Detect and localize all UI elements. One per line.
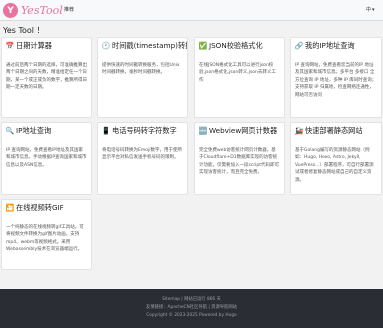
card-description: IP 查询网站，免费查看您当前的IP 地址及其国家和城市信息。多平台 多接口 全…	[295, 63, 377, 98]
card-title[interactable]: 时间戳(timestamp)转换	[112, 41, 187, 51]
train-icon: 🚂	[294, 127, 304, 135]
nav-link-recommend[interactable]: 推荐	[64, 6, 74, 13]
footer-copyright: Copyright © 2023-2025 Powered by Hugo	[146, 313, 237, 318]
yestool-logo-icon: Y	[3, 3, 18, 18]
page-title: Yes Tool ！	[3, 26, 45, 35]
card-description: 在线JSON格式化工具可以进行json校验,json格式化,json转义,jso…	[199, 63, 276, 83]
card-description: 完全免费web访客统计网页计数器，基于Cloudflare+D1数据库实现的访客…	[199, 148, 280, 176]
link-icon: 🔗	[294, 42, 304, 50]
tool-card-ip-lookup[interactable]: 🔍 IP地址查询 IP 查询网站，免费查看IP地址及其国家和城市信息。手动根据IP…	[1, 122, 92, 195]
tool-card-json-formatter[interactable]: ✅ JSON校验格式化 在线JSON格式化工具可以进行json校验,json格式化…	[194, 37, 285, 118]
card-title[interactable]: JSON校验格式化	[209, 41, 263, 51]
card-title[interactable]: Webview网页计数器	[209, 126, 277, 136]
page-footer: Sitemap | 网站已运行 866 天 友情链接：ApacheCN社区导航 …	[0, 289, 383, 328]
card-title[interactable]: 电话号码转字符数字	[112, 126, 177, 136]
tool-card-timestamp[interactable]: 🕐 时间戳(timestamp)转换 提供快速的时间戳转换服务，包括Unix时间戳…	[97, 37, 188, 118]
clock-icon: 🕐	[101, 42, 111, 50]
chevron-down-icon: ▾	[372, 6, 375, 13]
card-title[interactable]: 在线视频转GIF	[16, 203, 64, 213]
footer-sitemap-line[interactable]: Sitemap | 网站已运行 866 天	[0, 296, 383, 304]
language-label: 中	[366, 7, 372, 13]
video-camera-icon: 🎦	[5, 204, 15, 212]
language-switcher[interactable]: 中 ▾	[366, 6, 375, 14]
card-description: 提供快速的时间戳转换服务，包括Unix时间戳转换，毫秒时间戳转换。	[102, 63, 180, 76]
tool-card-my-ip[interactable]: 🔗 我的IP地址查询 IP 查询网站，免费查看您当前的IP 地址及其国家和城市信息…	[290, 37, 382, 118]
card-title[interactable]: 快速部署静态网站	[305, 126, 363, 136]
card-title[interactable]: 日期计算器	[16, 41, 52, 51]
tool-card-phone-emoji[interactable]: 📱 电话号码转字符数字 将电话号码转换为Emoji数字，用于使所显示平台对私信发送…	[97, 122, 188, 195]
calendar-icon: 📅	[5, 42, 15, 50]
new-badge-icon: 🆕	[198, 127, 208, 135]
search-icon: 🔍	[5, 127, 15, 135]
brand-name: YesTool	[21, 4, 63, 17]
tool-card-date-calculator[interactable]: 📅 日期计算器 通过前后两个日期的选择，可准确推算出两个日期之间的天数，精准给定任…	[1, 37, 92, 118]
tool-card-webview-counter[interactable]: 🆕 Webview网页计数器 完全免费web访客统计网页计数器，基于Cloudfl…	[194, 122, 285, 195]
card-description: IP 查询网站，免费查看IP地址及其国家和城市信息。手动根据IP查询国家和城市信…	[6, 148, 87, 168]
card-title[interactable]: IP地址查询	[16, 126, 51, 136]
brand-logo-link[interactable]: Y YesTool	[3, 2, 63, 19]
tool-card-video-to-gif[interactable]: 🎦 在线视频转GIF 一个纯静态的在线视频转gif工具站。可将视频文件转换为gif…	[1, 199, 92, 270]
card-description: 将电话号码转换为Emoji数字，用于使所显示平台对私信发送手机号码的限制。	[102, 148, 182, 161]
card-description: 通过前后两个日期的选择，可准确推算出两个日期之间的天数，精准给定任一个日期，某一…	[6, 63, 87, 91]
checkmark-icon: ✅	[198, 42, 208, 50]
card-title[interactable]: 我的IP地址查询	[305, 41, 355, 51]
tool-card-static-deploy[interactable]: 🚂 快速部署静态网站 基于Golang编写的资源静态网站（例如：Hugo, Hex…	[290, 122, 382, 195]
card-description: 基于Golang编写的资源静态网站（例如：Hugo, Hexo, Astro, …	[295, 148, 374, 183]
top-navbar: Y YesTool 推荐 中 ▾	[0, 0, 383, 21]
footer-links-line[interactable]: 友情链接：ApacheCN社区导航 | 资源导航网站	[0, 304, 383, 312]
card-description: 一个纯静态的在线视频转gif工具站。可将视频文件转换为gif图片动画，支持mp4…	[6, 225, 84, 253]
mobile-phone-icon: 📱	[101, 127, 111, 135]
